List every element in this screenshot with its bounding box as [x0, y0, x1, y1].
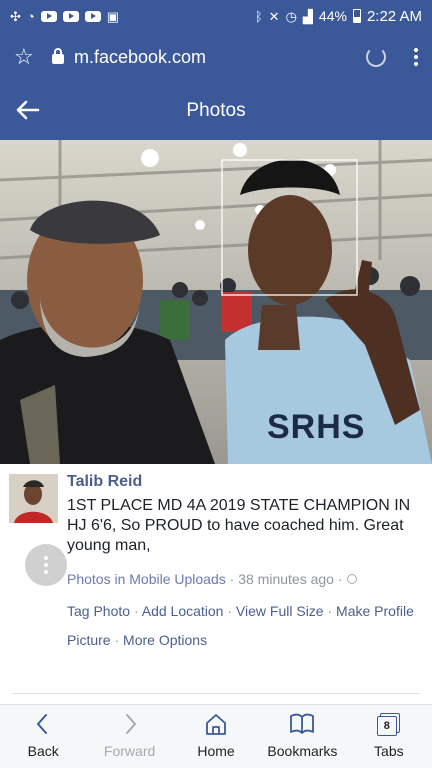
divider — [12, 693, 420, 694]
photo-image — [0, 140, 432, 464]
home-icon — [206, 714, 226, 735]
mute-icon: ✕ — [268, 8, 280, 24]
post-caption: 1ST PLACE MD 4A 2019 STATE CHAMPION IN H… — [67, 497, 411, 554]
notification-icon: ▣ — [106, 8, 120, 24]
back-arrow-icon[interactable] — [14, 96, 42, 124]
youtube-icon — [40, 10, 57, 22]
photo-actions: Tag Photo · Add Location · View Full Siz… — [67, 597, 427, 655]
nav-forward-label: Forward — [103, 743, 156, 759]
meta-separator: · — [333, 571, 343, 587]
action-separator: · — [323, 603, 337, 619]
avatar-image — [9, 474, 58, 523]
nav-home-label: Home — [197, 743, 235, 759]
nav-bookmarks-button[interactable]: Bookmarks — [259, 705, 345, 768]
chevron-right-icon — [125, 714, 136, 734]
page-title: Photos — [186, 100, 246, 121]
jersey-text: SRHS — [267, 408, 366, 446]
clock: 2:22 AM — [366, 7, 422, 25]
alarm-icon: ◷ — [285, 8, 297, 24]
more-menu-icon[interactable] — [414, 48, 418, 66]
avatar[interactable] — [9, 474, 58, 523]
book-icon — [290, 713, 315, 734]
author-name[interactable]: Talib Reid — [67, 473, 142, 491]
globe-icon — [346, 574, 357, 584]
action-separator: · — [110, 632, 124, 648]
url-field[interactable]: m.facebook.com — [74, 47, 366, 68]
battery-icon — [352, 9, 361, 23]
view-full-size-link[interactable]: View Full Size — [236, 603, 324, 619]
page-header: Photos — [0, 82, 432, 140]
nav-tabs-label: Tabs — [374, 743, 404, 759]
tag-photo-link[interactable]: Tag Photo — [67, 603, 130, 619]
add-location-link[interactable]: Add Location — [142, 603, 224, 619]
chevron-left-icon — [37, 714, 48, 734]
reload-icon[interactable] — [366, 47, 386, 67]
post-details: Talib Reid 1ST PLACE MD 4A 2019 STATE CH… — [0, 464, 432, 704]
signal-icon: ▟ — [302, 8, 313, 24]
star-icon[interactable]: ☆ — [14, 44, 44, 70]
post-photo[interactable]: SRHS — [0, 140, 432, 464]
status-bar: ✣ ◔ ▣ ᛒ ✕ ◷ ▟ 44% 2:22 AM — [0, 0, 432, 32]
nfc-icon: ✣ — [10, 8, 21, 24]
post-meta: Photos in Mobile Uploads · 38 minutes ag… — [67, 571, 357, 587]
nav-tabs-button[interactable]: 8 Tabs — [346, 705, 432, 768]
action-separator: · — [223, 603, 236, 619]
nav-home-button[interactable]: Home — [173, 705, 259, 768]
status-system: ᛒ ✕ ◷ ▟ 44% 2:22 AM — [255, 8, 422, 25]
nav-back-label: Back — [27, 743, 59, 759]
more-options-link[interactable]: More Options — [123, 632, 207, 648]
browser-url-bar: ☆ m.facebook.com — [0, 32, 432, 82]
meta-separator: · — [225, 571, 239, 587]
nav-forward-button[interactable]: Forward — [86, 705, 172, 768]
floating-menu-button[interactable] — [25, 544, 67, 586]
battery-percent: 44% — [318, 8, 347, 24]
action-separator: · — [130, 603, 142, 619]
youtube-icon — [62, 10, 79, 22]
bluetooth-icon: ᛒ — [254, 8, 263, 24]
wifi-icon: ◔ — [26, 8, 35, 24]
browser-bottom-nav: Back Forward Home Bookmarks 8 Tabs — [0, 704, 432, 768]
status-notifications: ✣ ◔ ▣ — [10, 10, 119, 23]
nav-bookmarks-label: Bookmarks — [267, 743, 338, 759]
tabs-icon: 8 — [376, 711, 402, 737]
post-time[interactable]: 38 minutes ago — [238, 571, 334, 587]
lock-icon[interactable] — [52, 48, 64, 64]
nav-back-button[interactable]: Back — [0, 705, 86, 768]
tabs-count: 8 — [376, 716, 397, 736]
youtube-icon — [84, 10, 101, 22]
album-link[interactable]: Photos in Mobile Uploads — [67, 571, 226, 587]
